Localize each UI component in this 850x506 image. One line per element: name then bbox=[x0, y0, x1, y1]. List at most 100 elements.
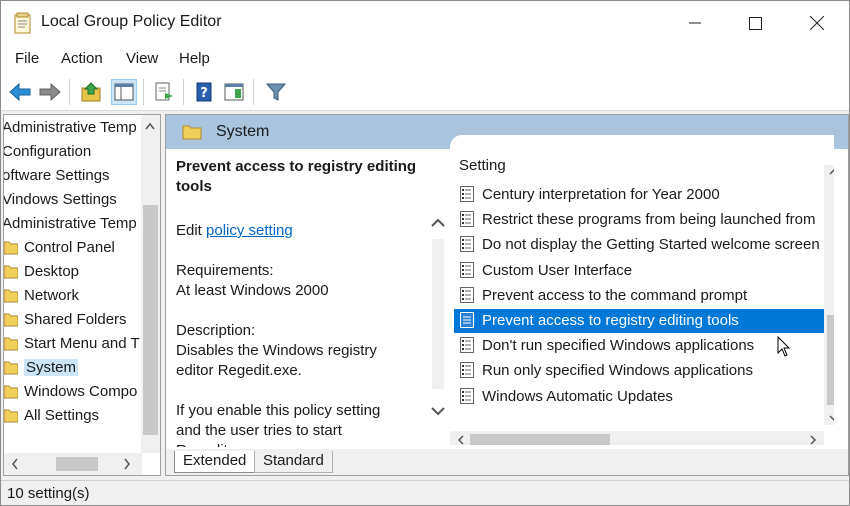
maximize-button[interactable] bbox=[725, 1, 785, 45]
maximize-icon bbox=[748, 16, 762, 30]
policy-setting-icon bbox=[460, 312, 474, 328]
description-scrollbar[interactable] bbox=[428, 215, 448, 435]
up-folder-button[interactable] bbox=[79, 79, 105, 105]
help-book-icon: ? bbox=[196, 82, 212, 102]
policy-setting-link[interactable]: policy setting bbox=[206, 222, 293, 239]
filter-funnel-icon bbox=[266, 83, 286, 101]
close-icon bbox=[810, 16, 824, 30]
tree-item-label: oftware Settings bbox=[3, 167, 110, 184]
pane-title: System bbox=[216, 123, 270, 140]
forward-arrow-icon bbox=[39, 83, 61, 101]
scroll-right-icon bbox=[810, 435, 817, 445]
requirements-value: At least Windows 2000 bbox=[176, 282, 329, 299]
menu-help[interactable]: Help bbox=[179, 50, 210, 67]
tree-item[interactable]: System bbox=[4, 357, 79, 379]
tree-horizontal-scrollbar[interactable] bbox=[4, 453, 142, 475]
settings-list: Setting Century interpretation for Year … bbox=[450, 135, 834, 445]
tree-item-label: Administrative Temp bbox=[3, 119, 137, 136]
tab-standard[interactable]: Standard bbox=[254, 451, 333, 473]
setting-row-label: Windows Automatic Updates bbox=[482, 387, 673, 405]
setting-row-label: Restrict these programs from being launc… bbox=[482, 211, 816, 229]
folder-icon bbox=[4, 359, 19, 375]
menu-bar: File Action View Help bbox=[1, 45, 849, 73]
settings-horizontal-scrollbar[interactable] bbox=[450, 431, 824, 445]
tree-item-label: Administrative Temp bbox=[3, 215, 137, 232]
setting-row[interactable]: Century interpretation for Year 2000 bbox=[454, 183, 824, 207]
export-list-button[interactable] bbox=[151, 79, 177, 105]
scroll-down-icon bbox=[829, 415, 834, 422]
close-button[interactable] bbox=[787, 1, 847, 45]
settings-vertical-scrollbar[interactable] bbox=[824, 165, 834, 425]
tree-item[interactable]: Windows Compo bbox=[4, 381, 137, 403]
tree-vertical-scrollbar[interactable] bbox=[141, 115, 160, 453]
policy-setting-icon bbox=[460, 186, 474, 202]
folder-icon bbox=[4, 311, 19, 327]
scroll-up-icon bbox=[829, 168, 834, 175]
settings-scroll-thumb[interactable] bbox=[827, 315, 834, 405]
mouse-cursor-icon bbox=[777, 336, 791, 357]
minimize-icon bbox=[689, 22, 701, 24]
help-button[interactable]: ? bbox=[191, 79, 217, 105]
tree-item[interactable]: Desktop bbox=[4, 261, 79, 283]
setting-row[interactable]: Prevent access to the command prompt bbox=[454, 284, 824, 308]
tree-item[interactable]: Configuration bbox=[3, 141, 92, 163]
tree-item[interactable]: All Settings bbox=[4, 405, 99, 427]
setting-row[interactable]: Do not display the Getting Started welco… bbox=[454, 233, 824, 257]
setting-row[interactable]: Custom User Interface bbox=[454, 259, 824, 283]
folder-icon bbox=[4, 383, 19, 399]
policy-setting-icon bbox=[460, 362, 474, 379]
tree-scroll-thumb[interactable] bbox=[143, 205, 158, 435]
show-hide-action-pane-button[interactable] bbox=[221, 79, 247, 105]
setting-row-label: Prevent access to the command prompt bbox=[482, 286, 748, 304]
tree-item[interactable]: Vindows Settings bbox=[4, 189, 117, 211]
description-value: Disables the Windows registry editor Reg… bbox=[176, 342, 377, 379]
filter-button[interactable] bbox=[263, 79, 289, 105]
tree-item[interactable]: Control Panel bbox=[4, 237, 115, 259]
policy-setting-icon bbox=[460, 286, 474, 303]
console-tree: Administrative Temp Configuration oftware … bbox=[3, 114, 161, 476]
tab-extended[interactable]: Extended bbox=[174, 451, 256, 473]
tree-item[interactable]: Start Menu and T bbox=[4, 333, 140, 355]
tree-item[interactable]: Administrative Temp bbox=[3, 117, 137, 139]
menu-file[interactable]: File bbox=[15, 50, 39, 67]
setting-row[interactable]: Don't run specified Windows applications bbox=[454, 334, 824, 358]
forward-button[interactable] bbox=[37, 79, 63, 105]
tree-item[interactable]: Network bbox=[4, 285, 79, 307]
minimize-button[interactable] bbox=[665, 1, 725, 45]
back-button[interactable] bbox=[7, 79, 33, 105]
window-title: Local Group Policy Editor bbox=[41, 13, 222, 30]
setting-row[interactable]: Windows Automatic Updates bbox=[454, 385, 824, 409]
menu-action[interactable]: Action bbox=[61, 50, 103, 67]
title-bar: Local Group Policy Editor bbox=[1, 1, 849, 45]
policy-setting-icon bbox=[460, 337, 474, 354]
setting-row[interactable]: Prevent access to registry editing tools bbox=[454, 309, 824, 333]
setting-row[interactable]: Restrict these programs from being launc… bbox=[454, 208, 824, 232]
setting-row[interactable]: Run only specified Windows applications bbox=[454, 359, 824, 383]
scroll-up-icon bbox=[431, 218, 445, 227]
tree-item[interactable]: Administrative Temp bbox=[3, 213, 137, 235]
folder-icon bbox=[4, 263, 19, 279]
scroll-left-icon bbox=[457, 435, 464, 445]
app-window: Local Group Policy Editor File Action Vi… bbox=[0, 0, 850, 506]
view-tabs: Extended Standard bbox=[166, 449, 848, 475]
tree-item-label: Configuration bbox=[3, 143, 92, 160]
setting-row-label: Prevent access to registry editing tools bbox=[482, 312, 739, 329]
scroll-up-icon bbox=[145, 122, 155, 130]
tree-item[interactable]: oftware Settings bbox=[3, 165, 110, 187]
tree-item-label: System bbox=[24, 359, 79, 376]
toolbar-separator bbox=[183, 79, 184, 105]
setting-column-header[interactable]: Setting bbox=[459, 157, 506, 174]
up-folder-icon bbox=[81, 82, 101, 102]
setting-row-label: Don't run specified Windows applications bbox=[482, 337, 755, 355]
toolbar-separator bbox=[69, 79, 70, 105]
description-scroll-track[interactable] bbox=[432, 239, 444, 389]
tree-hscroll-thumb[interactable] bbox=[56, 457, 98, 471]
tree-item-label: Start Menu and T bbox=[24, 335, 140, 352]
folder-icon bbox=[4, 335, 19, 351]
edit-policy-line: Edit policy setting bbox=[176, 221, 416, 241]
folder-icon bbox=[4, 287, 19, 303]
settings-hscroll-thumb[interactable] bbox=[470, 434, 610, 445]
show-hide-tree-button[interactable] bbox=[111, 79, 137, 105]
tree-item[interactable]: Shared Folders bbox=[4, 309, 127, 331]
menu-view[interactable]: View bbox=[126, 50, 158, 67]
